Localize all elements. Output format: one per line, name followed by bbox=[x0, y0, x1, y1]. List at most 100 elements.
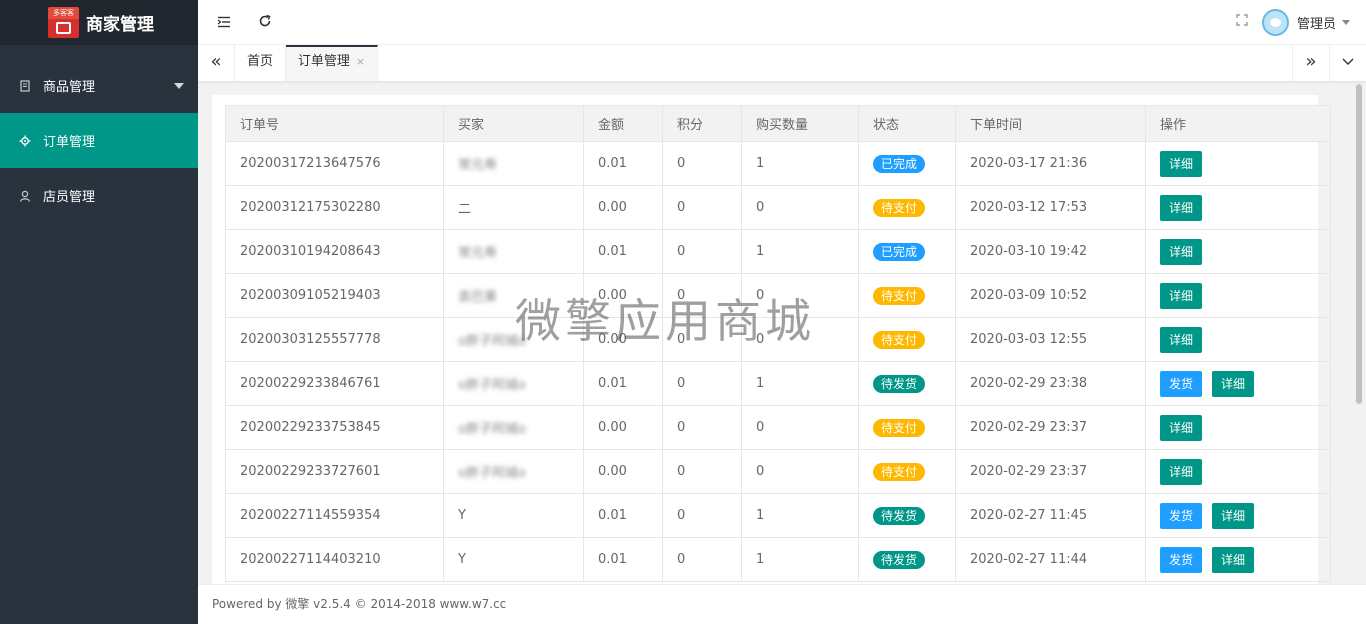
table-cell-status-badge: 待支付 bbox=[858, 405, 956, 450]
table-row: 20200310194208643 常元寿 0.01 0 1 已完成 2020-03-10 … bbox=[225, 229, 1331, 274]
table-cell-quantity: 0 bbox=[741, 317, 859, 362]
order-id: 20200227114403210 bbox=[240, 552, 381, 567]
quantity: 1 bbox=[756, 552, 765, 567]
table-cell-buyer-name: o胖子阿城o bbox=[443, 405, 584, 450]
fullscreen-icon[interactable] bbox=[1236, 14, 1248, 30]
logo-badge-text: 多客客 bbox=[48, 7, 79, 19]
buyer-name: o胖子阿城o bbox=[458, 422, 526, 437]
table-cell-status-badge: 待支付 bbox=[858, 185, 956, 230]
table-cell-status-badge: 已完成 bbox=[858, 141, 956, 186]
table-cell-order-id: 20200229233753845 bbox=[225, 405, 444, 450]
order-id: 20200303125557778 bbox=[240, 332, 381, 347]
table-cell-buyer-name: 二 bbox=[443, 185, 584, 230]
user-menu[interactable]: 管理员 bbox=[1261, 9, 1350, 36]
table-cell-actions: 发货 详细 bbox=[1145, 537, 1331, 582]
points: 0 bbox=[677, 420, 686, 435]
column-header: 买家 bbox=[443, 105, 584, 142]
table-cell-actions: 详细 bbox=[1145, 273, 1331, 318]
quantity: 0 bbox=[756, 288, 765, 303]
tab-label: 首页 bbox=[246, 54, 273, 69]
detail-button[interactable]: 详细 bbox=[1212, 546, 1255, 573]
order-id: 20200227114559354 bbox=[240, 508, 381, 523]
table-cell-order-id: 20200309105219403 bbox=[225, 273, 444, 318]
sidebar-item-label: 店员管理 bbox=[43, 190, 96, 205]
tab-orders[interactable]: 订单管理 × bbox=[286, 45, 378, 81]
column-header: 操作 bbox=[1145, 105, 1331, 142]
status-badge: 待支付 bbox=[873, 330, 926, 349]
order-time: 2020-03-09 10:52 bbox=[970, 288, 1088, 303]
buyer-name: o胖子阿城o bbox=[458, 334, 526, 349]
detail-button[interactable]: 详细 bbox=[1160, 150, 1203, 177]
table-cell-order-time: 2020-03-12 17:53 bbox=[955, 185, 1146, 230]
user-icon bbox=[19, 190, 31, 202]
table-cell-order-id: 20200317213647576 bbox=[225, 141, 444, 186]
sidebar-item-staff[interactable]: 店员管理 bbox=[0, 168, 198, 223]
status-badge: 待支付 bbox=[873, 198, 926, 217]
tab-home[interactable]: 首页 bbox=[235, 45, 286, 81]
table-cell-amount: 0.01 bbox=[583, 493, 663, 538]
ship-button[interactable]: 发货 bbox=[1160, 370, 1203, 397]
ship-button[interactable]: 发货 bbox=[1160, 502, 1203, 529]
table-cell-quantity: 0 bbox=[741, 449, 859, 494]
buyer-name: 二 bbox=[458, 202, 472, 217]
table-body: 20200317213647576 常元寿 0.01 0 1 已完成 2020-03-17 … bbox=[225, 141, 1331, 582]
points: 0 bbox=[677, 508, 686, 523]
table-cell-order-time: 2020-03-09 10:52 bbox=[955, 273, 1146, 318]
quantity: 1 bbox=[756, 244, 765, 259]
detail-button[interactable]: 详细 bbox=[1160, 458, 1203, 485]
table-cell-actions: 详细 bbox=[1145, 317, 1331, 362]
table-cell-amount: 0.00 bbox=[583, 185, 663, 230]
refresh-icon[interactable] bbox=[255, 13, 275, 33]
chevron-down-icon bbox=[1342, 20, 1350, 25]
amount: 0.01 bbox=[598, 244, 627, 259]
detail-button[interactable]: 详细 bbox=[1160, 194, 1203, 221]
tabs-scroll-right-icon[interactable]: » bbox=[1292, 45, 1329, 81]
order-time: 2020-03-10 19:42 bbox=[970, 244, 1088, 259]
table-cell-amount: 0.01 bbox=[583, 229, 663, 274]
table-cell-amount: 0.00 bbox=[583, 449, 663, 494]
shop-logo: 多客客 bbox=[48, 7, 79, 38]
detail-button[interactable]: 详细 bbox=[1160, 326, 1203, 353]
points: 0 bbox=[677, 156, 686, 171]
table-cell-points: 0 bbox=[662, 229, 742, 274]
menu-collapse-icon[interactable] bbox=[214, 13, 234, 33]
table-cell-amount: 0.01 bbox=[583, 141, 663, 186]
status-badge: 已完成 bbox=[873, 154, 926, 173]
detail-button[interactable]: 详细 bbox=[1160, 238, 1203, 265]
table-cell-status-badge: 待发货 bbox=[858, 361, 956, 406]
points: 0 bbox=[677, 332, 686, 347]
tabs-scroll-left-icon[interactable]: « bbox=[198, 45, 235, 81]
tab-label: 订单管理 bbox=[297, 54, 350, 69]
gear-icon bbox=[19, 135, 31, 147]
table-cell-quantity: 1 bbox=[741, 229, 859, 274]
buyer-name: o胖子阿城o bbox=[458, 378, 526, 393]
sidebar-item-products[interactable]: 商品管理 bbox=[0, 58, 198, 113]
table-cell-quantity: 1 bbox=[741, 537, 859, 582]
scrollbar[interactable] bbox=[1356, 84, 1362, 404]
order-id: 20200229233727601 bbox=[240, 464, 381, 479]
table-cell-amount: 0.00 bbox=[583, 405, 663, 450]
order-time: 2020-02-29 23:37 bbox=[970, 420, 1088, 435]
app-title: 商家管理 bbox=[86, 15, 154, 35]
table-row: 20200303125557778 o胖子阿城o 0.00 0 0 待支付 2020-03-… bbox=[225, 317, 1331, 362]
sidebar-item-label: 商品管理 bbox=[43, 80, 96, 95]
points: 0 bbox=[677, 288, 686, 303]
ship-button[interactable]: 发货 bbox=[1160, 546, 1203, 573]
table-cell-quantity: 1 bbox=[741, 141, 859, 186]
table-cell-order-id: 20200229233727601 bbox=[225, 449, 444, 494]
table-cell-points: 0 bbox=[662, 405, 742, 450]
user-name: 管理员 bbox=[1296, 17, 1336, 32]
detail-button[interactable]: 详细 bbox=[1160, 282, 1203, 309]
close-icon[interactable]: × bbox=[356, 55, 365, 68]
detail-button[interactable]: 详细 bbox=[1160, 414, 1203, 441]
table-cell-quantity: 0 bbox=[741, 273, 859, 318]
sidebar-item-orders[interactable]: 订单管理 bbox=[0, 113, 198, 168]
amount: 0.00 bbox=[598, 420, 627, 435]
detail-button[interactable]: 详细 bbox=[1212, 370, 1255, 397]
tabs-bar: « 首页 订单管理 × » bbox=[198, 45, 1366, 82]
table-cell-points: 0 bbox=[662, 273, 742, 318]
tabs-dropdown-icon[interactable] bbox=[1329, 45, 1366, 81]
column-header: 下单时间 bbox=[955, 105, 1146, 142]
detail-button[interactable]: 详细 bbox=[1212, 502, 1255, 529]
table-cell-order-id: 20200227114403210 bbox=[225, 537, 444, 582]
